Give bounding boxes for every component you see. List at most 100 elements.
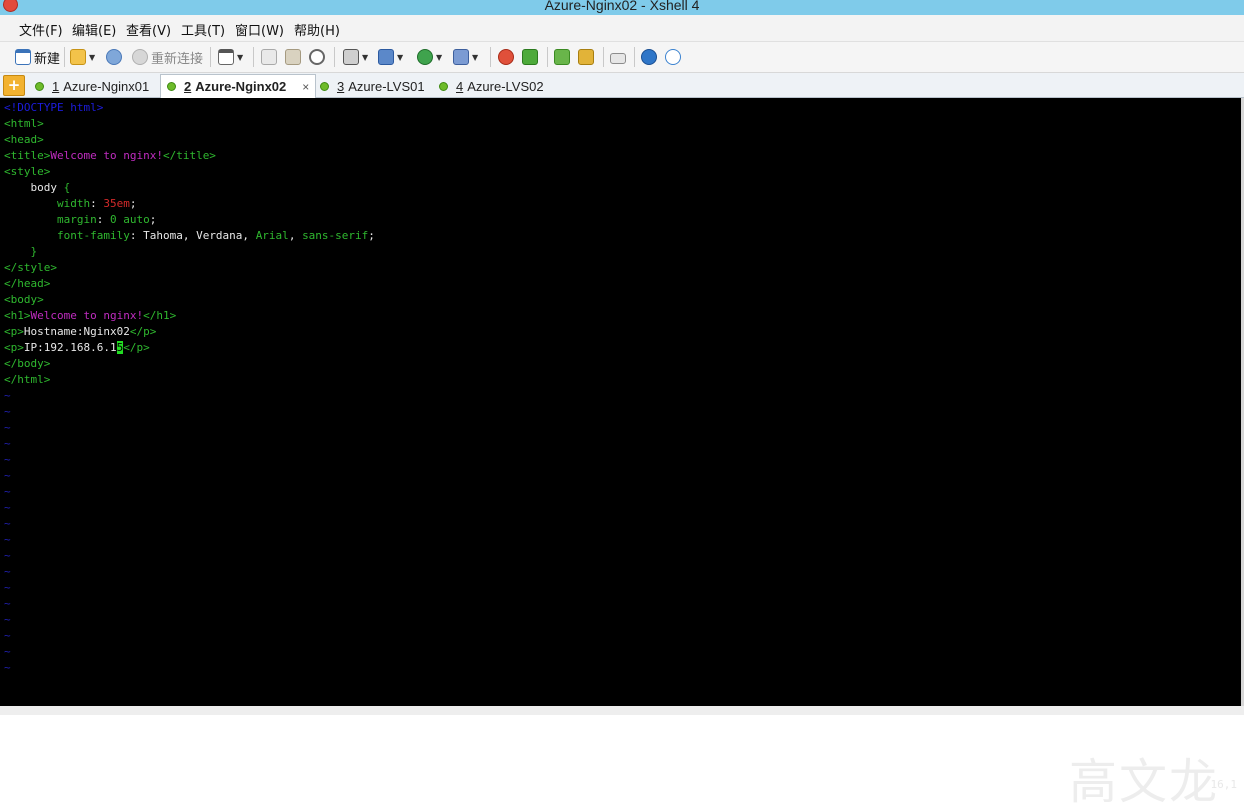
- lock-button[interactable]: [578, 48, 594, 66]
- tilde-marker: ~: [4, 549, 11, 562]
- chevron-down-icon[interactable]: ▼: [237, 53, 243, 62]
- menu-file[interactable]: 文件(F): [19, 20, 63, 39]
- properties-button[interactable]: ▼: [218, 48, 243, 66]
- code-token: </html>: [4, 373, 51, 386]
- tab-number: 4: [456, 78, 464, 94]
- code-token: font-family: [4, 229, 130, 242]
- terminal-line: <p>Hostname:Nginx02</p>: [4, 324, 156, 340]
- tilde-marker: ~: [4, 485, 11, 498]
- tilde-marker: ~: [4, 629, 11, 642]
- new-button[interactable]: 新建: [15, 48, 60, 67]
- connected-status-icon: [167, 82, 176, 91]
- menu-view[interactable]: 查看(V): [126, 20, 171, 39]
- help-icon: [641, 49, 657, 65]
- tilde-marker: ~: [4, 613, 11, 626]
- keyboard-button[interactable]: [610, 48, 626, 66]
- menu-help[interactable]: 帮助(H): [294, 20, 340, 39]
- code-token: :: [96, 213, 110, 226]
- menu-window[interactable]: 窗口(W): [235, 20, 284, 39]
- status-strip: [0, 706, 1244, 715]
- toolbar-separator: [603, 47, 604, 67]
- title-bar: Azure-Nginx02 - Xshell 4: [0, 0, 1244, 15]
- chevron-down-icon[interactable]: ▼: [472, 53, 478, 62]
- transfer-button[interactable]: ▼: [378, 48, 403, 66]
- tilde-marker: ~: [4, 517, 11, 530]
- code-token: <body>: [4, 293, 44, 306]
- tilde-marker: ~: [4, 437, 11, 450]
- terminal-line: <head>: [4, 132, 44, 148]
- paste-button[interactable]: [285, 48, 301, 66]
- print-button[interactable]: ▼: [343, 48, 368, 66]
- terminal-line: margin: 0 auto;: [4, 212, 156, 228]
- terminal-line: <p>IP:192.168.6.15</p>: [4, 340, 150, 356]
- transfer-icon: [378, 49, 394, 65]
- close-tab-icon[interactable]: ×: [302, 80, 309, 94]
- copy-button[interactable]: [261, 48, 277, 66]
- tilde-marker: ~: [4, 469, 11, 482]
- tilde-marker: ~: [4, 661, 11, 674]
- font-button[interactable]: ▼: [453, 48, 478, 66]
- code-token: ,: [288, 229, 303, 242]
- terminal-line: width: 35em;: [4, 196, 137, 212]
- chevron-down-icon[interactable]: ▼: [397, 53, 403, 62]
- folder-open-icon: [70, 49, 86, 65]
- code-token: </p>: [129, 325, 157, 338]
- find-icon: [309, 49, 325, 65]
- code-token: </h1>: [143, 309, 177, 322]
- paste-icon: [285, 49, 301, 65]
- font-icon: [453, 49, 469, 65]
- tab-azure-nginx02[interactable]: 2 Azure-Nginx02 ×: [160, 74, 317, 98]
- open-button[interactable]: ▼: [70, 48, 95, 66]
- code-token: Hostname:Nginx02: [23, 325, 130, 338]
- terminal-line: </style>: [4, 260, 57, 276]
- toolbar-separator: [634, 47, 635, 67]
- menu-bar: 文件(F) 编辑(E) 查看(V) 工具(T) 窗口(W) 帮助(H): [0, 15, 1244, 42]
- terminal-line: body {: [4, 180, 70, 196]
- layout-button[interactable]: [554, 48, 570, 66]
- tilde-marker: ~: [4, 405, 11, 418]
- terminal-line: <title>Welcome to nginx!</title>: [4, 148, 216, 164]
- add-session-icon[interactable]: +: [3, 75, 25, 96]
- menu-edit[interactable]: 编辑(E): [72, 20, 116, 39]
- help-button[interactable]: [641, 48, 657, 66]
- layout-icon: [554, 49, 570, 65]
- menu-tools[interactable]: 工具(T): [181, 20, 225, 39]
- terminal-line: </html>: [4, 372, 50, 388]
- globe-button[interactable]: ▼: [417, 48, 442, 66]
- find-button[interactable]: [309, 48, 325, 66]
- terminal-line: }: [4, 244, 37, 260]
- tilde-marker: ~: [4, 453, 11, 466]
- cursor-position-readout: 16,1: [1210, 778, 1238, 791]
- tab-azure-lvs02[interactable]: 4 Azure-LVS02: [439, 75, 544, 97]
- chevron-down-icon[interactable]: ▼: [89, 53, 95, 62]
- tunnel-button[interactable]: [522, 48, 538, 66]
- xftp-icon: [498, 49, 514, 65]
- tab-label: Azure-Nginx01: [63, 78, 150, 94]
- chevron-down-icon[interactable]: ▼: [362, 53, 368, 62]
- chevron-down-icon[interactable]: ▼: [436, 53, 442, 62]
- code-token: <h1>: [4, 309, 31, 322]
- reconnect-button[interactable]: 重新连接: [132, 48, 203, 67]
- terminal-screen[interactable]: <!DOCTYPE html> <html> <head> <title>Wel…: [0, 98, 1241, 810]
- terminal-line: <!DOCTYPE html>: [4, 100, 103, 116]
- code-token: body: [4, 181, 64, 194]
- chat-button[interactable]: [665, 48, 681, 66]
- code-token: </title>: [162, 149, 216, 162]
- xftp-button[interactable]: [498, 48, 514, 66]
- code-token: <html>: [4, 117, 44, 130]
- code-token: ;: [129, 197, 137, 210]
- tab-azure-lvs01[interactable]: 3 Azure-LVS01: [320, 75, 425, 97]
- code-token: Welcome to nginx!: [50, 149, 163, 162]
- terminal-line: </body>: [4, 356, 50, 372]
- tab-azure-nginx01[interactable]: 1 Azure-Nginx01: [35, 75, 149, 97]
- code-token: : Tahoma, Verdana,: [129, 229, 256, 242]
- code-token: :: [90, 197, 104, 210]
- reconnect-icon: [132, 49, 148, 65]
- tilde-marker: ~: [4, 389, 11, 402]
- new-session-icon: [15, 49, 31, 65]
- tunnel-icon: [522, 49, 538, 65]
- code-token: Welcome to nginx!: [30, 309, 144, 322]
- code-token: <title>: [4, 149, 51, 162]
- disconnect-button[interactable]: [106, 48, 122, 66]
- tilde-marker: ~: [4, 645, 11, 658]
